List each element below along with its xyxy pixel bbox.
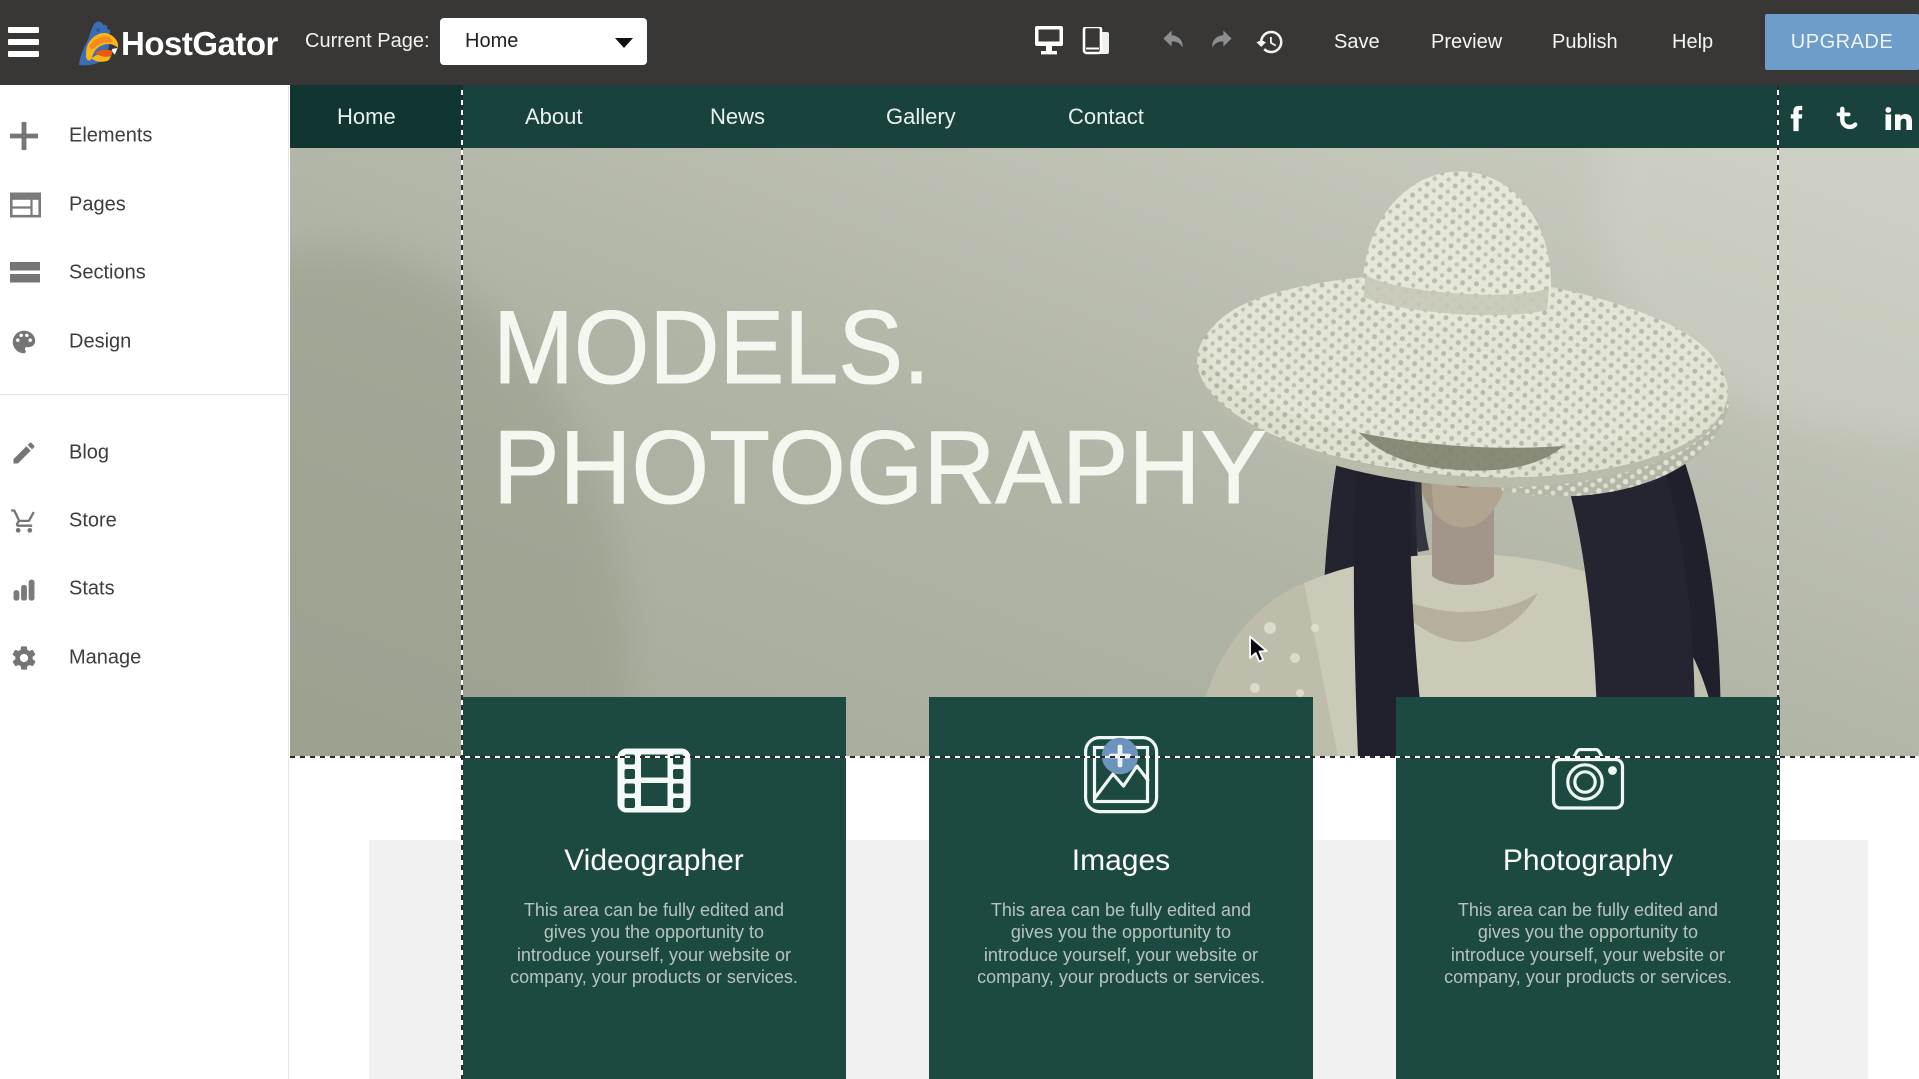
svg-text:PHOTOGRAPHY: PHOTOGRAPHY	[493, 410, 1267, 526]
svg-text:MODELS.: MODELS.	[493, 290, 930, 406]
